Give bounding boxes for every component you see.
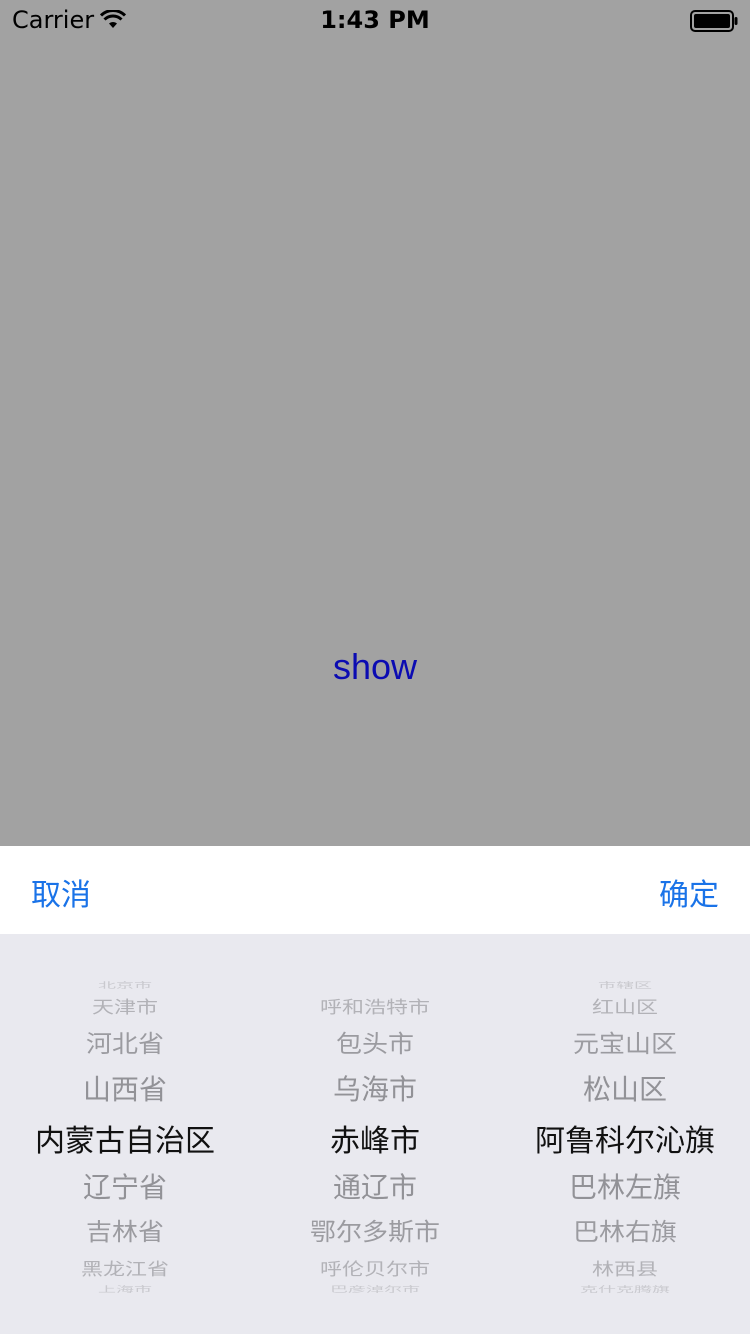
district-option[interactable]: 松山区 (500, 1068, 750, 1108)
show-button[interactable]: show (0, 646, 750, 688)
city-option[interactable]: 乌海市 (250, 1068, 500, 1108)
address-picker[interactable]: 北京市 天津市 河北省 山西省 内蒙古自治区 辽宁省 吉林省 黑龙江省 上海市 … (0, 934, 750, 1334)
city-option[interactable]: 包头市 (250, 1025, 500, 1059)
district-option[interactable]: 巴林左旗 (500, 1166, 750, 1206)
province-option[interactable]: 山西省 (0, 1068, 250, 1108)
province-option[interactable]: 北京市 (0, 979, 250, 991)
city-option[interactable]: 通辽市 (250, 1166, 500, 1206)
province-option[interactable]: 黑龙江省 (0, 1256, 250, 1281)
district-option-selected[interactable]: 阿鲁科尔沁旗 (500, 1116, 750, 1160)
district-column[interactable]: 市辖区 红山区 元宝山区 松山区 阿鲁科尔沁旗 巴林左旗 巴林右旗 林西县 克什… (500, 934, 750, 1334)
cancel-button[interactable]: 取消 (31, 870, 91, 914)
city-column[interactable]: 呼和浩特市 包头市 乌海市 赤峰市 通辽市 鄂尔多斯市 呼伦贝尔市 巴彦淖尔市 (250, 934, 500, 1334)
district-option[interactable]: 市辖区 (500, 979, 750, 991)
province-option[interactable]: 河北省 (0, 1025, 250, 1059)
picker-toolbar: 取消 确定 (0, 846, 750, 934)
battery-icon (690, 10, 738, 32)
province-option[interactable]: 吉林省 (0, 1213, 250, 1247)
district-option[interactable]: 红山区 (500, 994, 750, 1019)
district-option[interactable]: 林西县 (500, 1256, 750, 1281)
district-option[interactable]: 元宝山区 (500, 1025, 750, 1059)
confirm-button[interactable]: 确定 (659, 870, 719, 914)
province-option-selected[interactable]: 内蒙古自治区 (0, 1116, 250, 1160)
province-option[interactable]: 天津市 (0, 994, 250, 1019)
province-column[interactable]: 北京市 天津市 河北省 山西省 内蒙古自治区 辽宁省 吉林省 黑龙江省 上海市 (0, 934, 250, 1334)
province-option[interactable]: 上海市 (0, 1283, 250, 1295)
district-option[interactable]: 克什克腾旗 (500, 1283, 750, 1295)
city-option[interactable]: 鄂尔多斯市 (250, 1213, 500, 1247)
province-option[interactable]: 辽宁省 (0, 1166, 250, 1206)
city-option-selected[interactable]: 赤峰市 (250, 1116, 500, 1160)
city-option[interactable]: 呼和浩特市 (250, 994, 500, 1019)
status-bar: Carrier 1:43 PM (0, 0, 750, 40)
city-option[interactable]: 呼伦贝尔市 (250, 1256, 500, 1281)
city-option[interactable]: 巴彦淖尔市 (250, 1283, 500, 1295)
district-option[interactable]: 巴林右旗 (500, 1213, 750, 1247)
clock: 1:43 PM (320, 6, 430, 34)
